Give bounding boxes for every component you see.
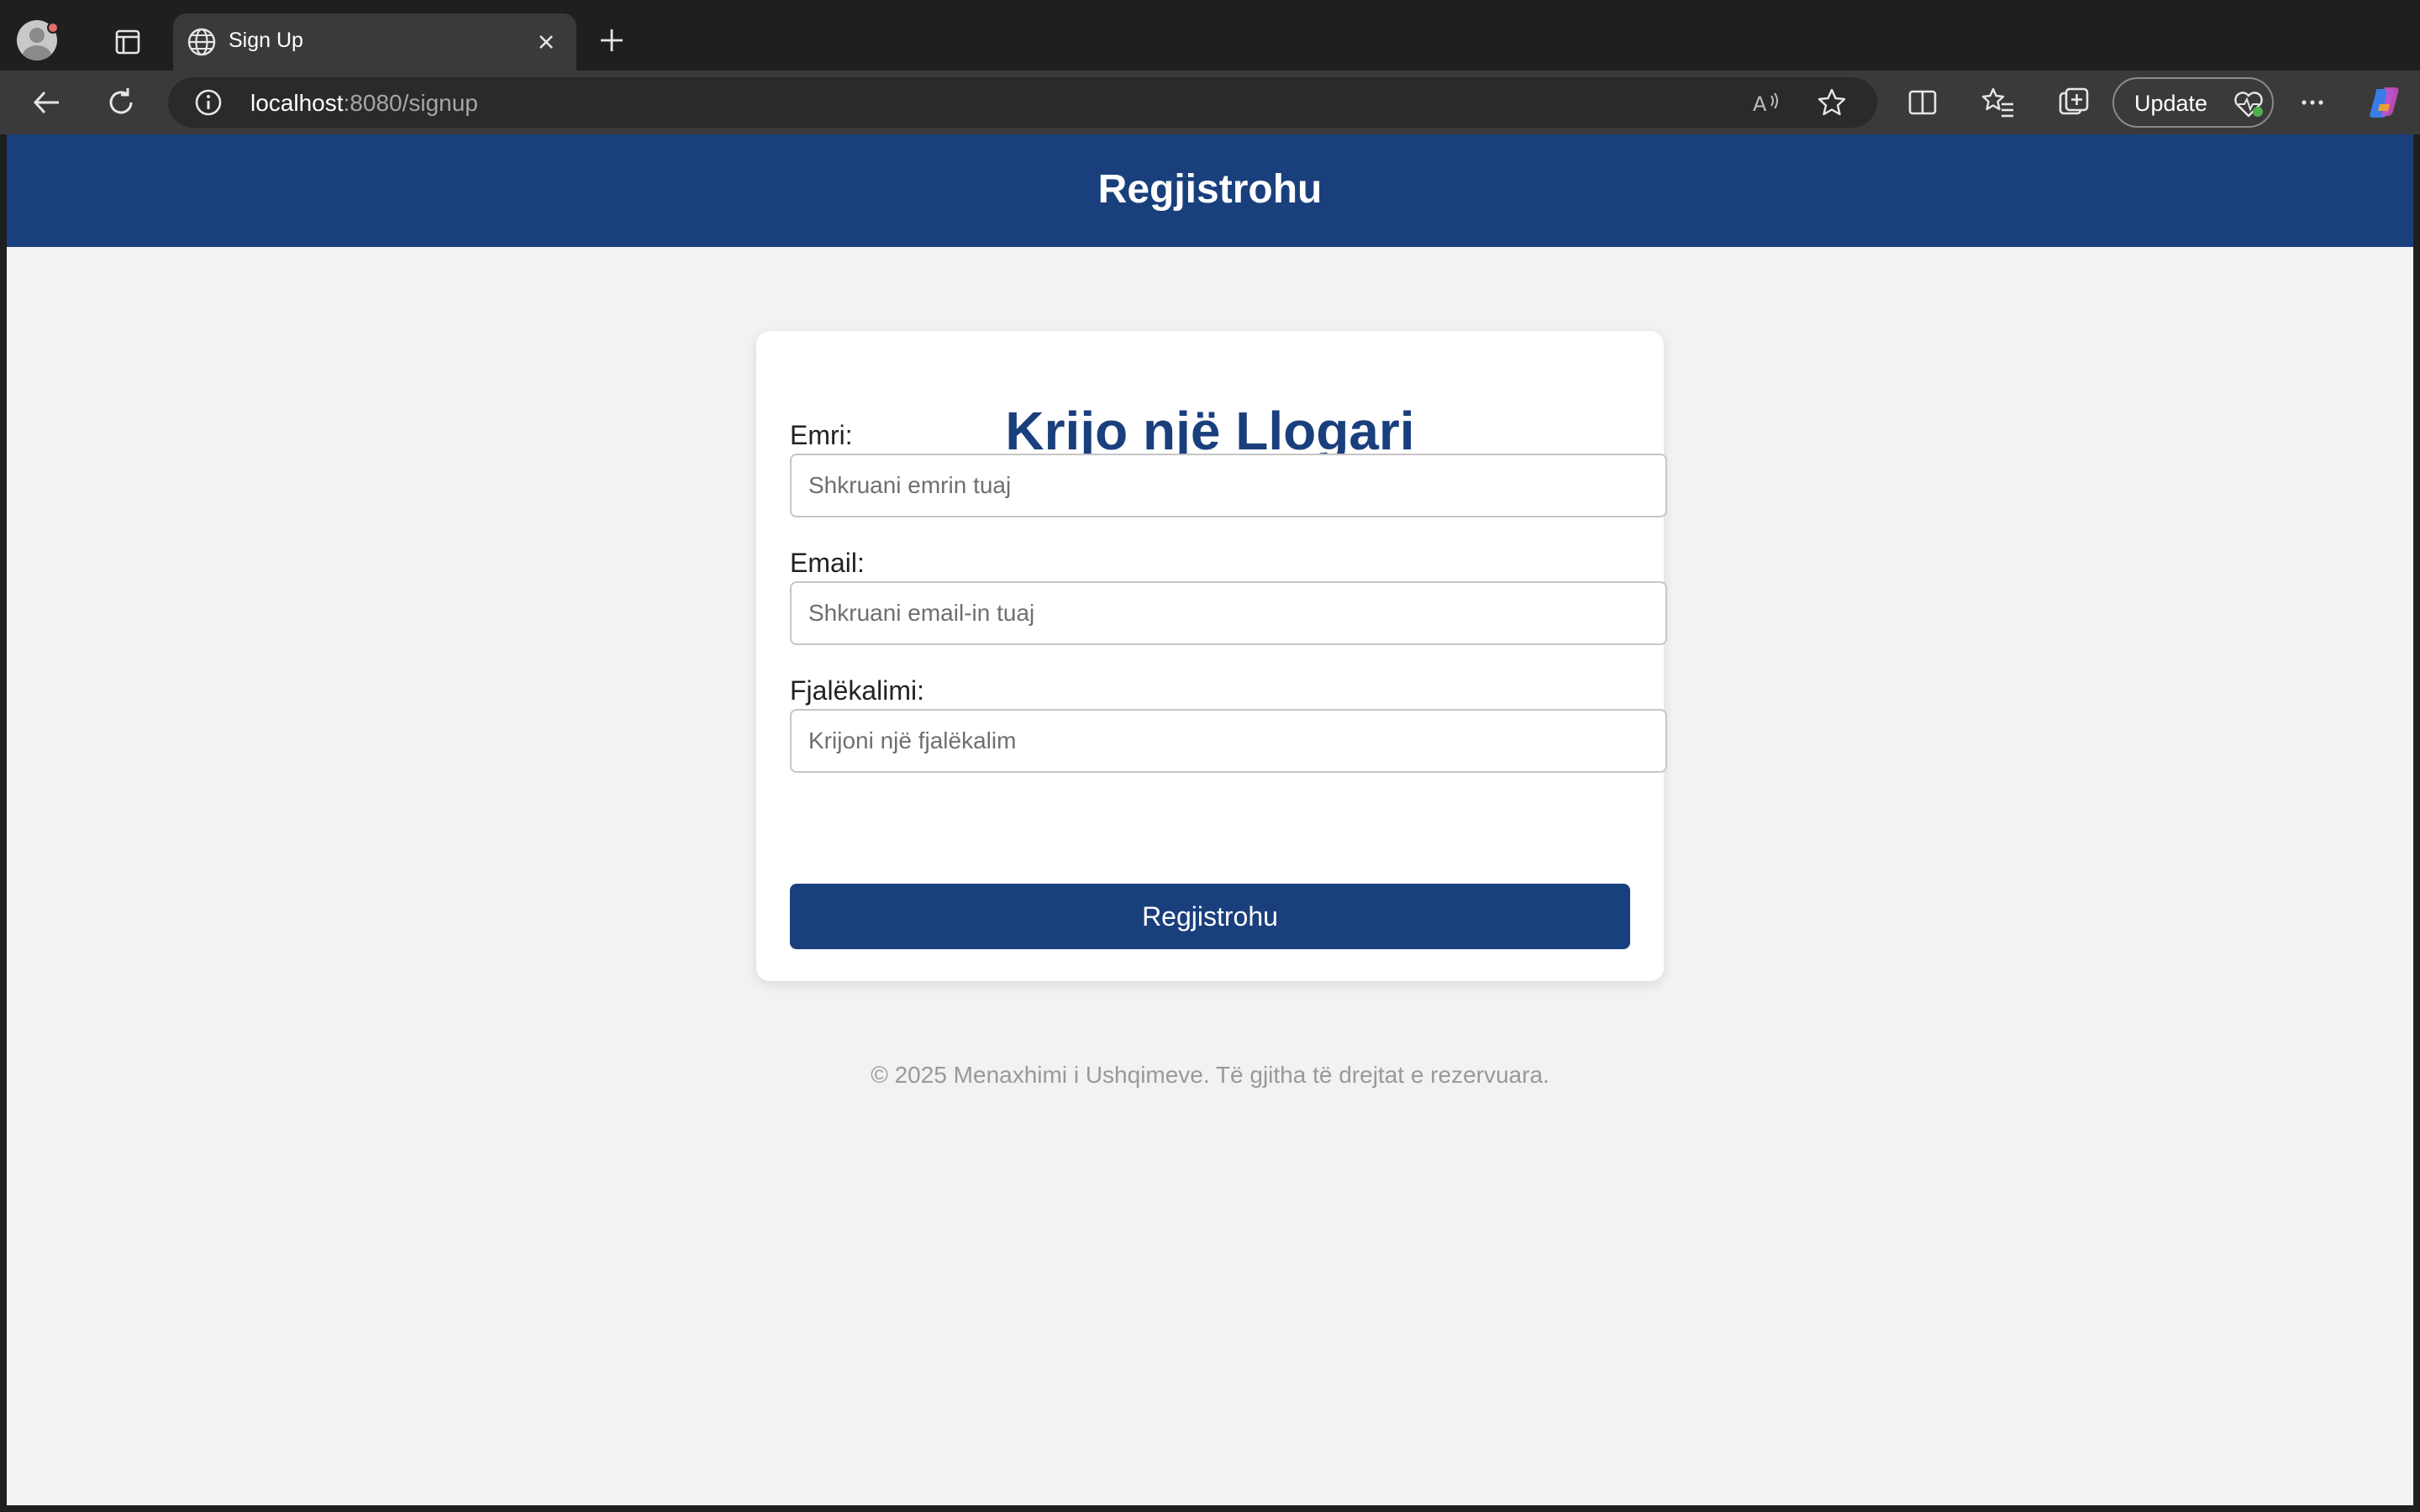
update-label: Update	[2134, 91, 2208, 116]
profile-notification-dot	[47, 22, 59, 34]
back-icon[interactable]	[29, 84, 66, 121]
browser-tab-active[interactable]: Sign Up	[173, 13, 576, 71]
register-button[interactable]: Regjistrohu	[790, 884, 1630, 949]
browser-health-icon	[2234, 92, 2263, 118]
url-text: localhost:8080/signup	[250, 90, 478, 116]
copilot-icon[interactable]	[2365, 82, 2405, 123]
collections-icon[interactable]	[2055, 84, 2092, 121]
footer-copyright: © 2025 Menaxhimi i Ushqimeve. Të gjitha …	[871, 1062, 1549, 1088]
header-title: Regjistrohu	[1097, 167, 1323, 212]
refresh-icon[interactable]	[103, 84, 139, 121]
close-tab-icon[interactable]	[533, 29, 560, 55]
tab-actions-icon[interactable]	[109, 24, 146, 60]
email-label: Email:	[790, 548, 865, 578]
name-input[interactable]	[790, 454, 1667, 517]
page-viewport: Regjistrohu Krijo një Llogari Emri: Emai…	[7, 134, 2413, 1505]
password-input[interactable]	[790, 709, 1667, 773]
form-title: Krijo një Llogari	[1005, 401, 1415, 461]
signup-card: Krijo një Llogari Emri: Email: Fjalëkali…	[756, 331, 1667, 981]
address-bar[interactable]: localhost:8080/signup A	[168, 77, 1877, 128]
browser-toolbar: localhost:8080/signup A Update	[0, 71, 2420, 134]
split-screen-icon[interactable]	[1904, 84, 1941, 121]
globe-icon	[187, 28, 216, 56]
name-label: Emri:	[790, 420, 853, 450]
site-info-icon[interactable]	[193, 87, 224, 118]
password-label: Fjalëkalimi:	[790, 675, 925, 706]
favorites-icon[interactable]	[1980, 84, 2017, 121]
email-input[interactable]	[790, 581, 1667, 645]
update-button[interactable]: Update	[2112, 77, 2274, 128]
new-tab-icon[interactable]	[597, 25, 627, 55]
svg-text:A: A	[1753, 92, 1767, 116]
tab-title: Sign Up	[229, 29, 303, 52]
browser-tab-strip: Sign Up	[0, 0, 2420, 71]
favorite-star-icon[interactable]	[1815, 86, 1849, 119]
site-header: Regjistrohu	[7, 134, 2413, 247]
read-aloud-icon[interactable]: A	[1749, 86, 1783, 119]
more-options-icon[interactable]	[2294, 84, 2331, 121]
